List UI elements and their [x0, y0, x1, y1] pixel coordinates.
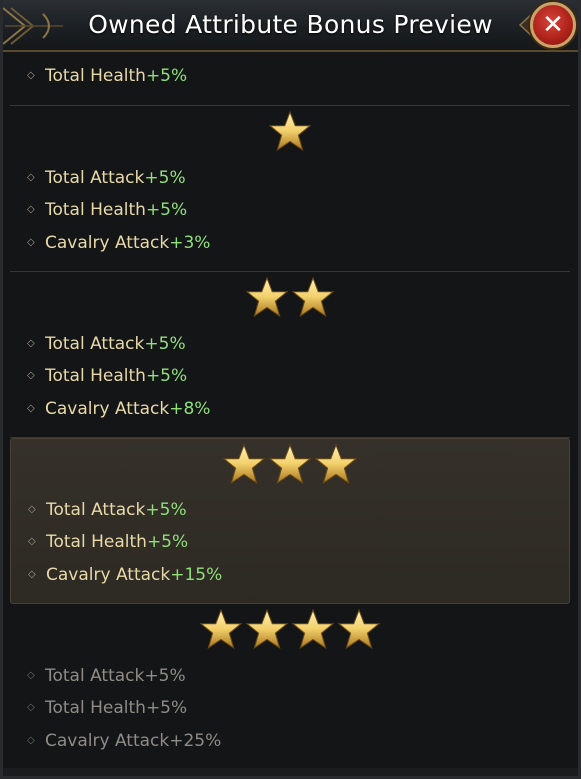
bonus-tier-3-star-current: ◇ Total Attack +5% ◇ Total Health +5% ◇ …	[10, 438, 570, 604]
attribute-bonus: +5%	[144, 666, 186, 686]
list-item: ◇ Cavalry Attack +8%	[27, 397, 210, 421]
bonus-tier-partial: ◇ Total Health +5%	[10, 54, 570, 106]
diamond-bullet-icon: ◇	[28, 536, 36, 547]
list-item: ◇ Total Attack +5%	[27, 664, 186, 688]
list-item: ◇ Total Attack +5%	[27, 166, 186, 190]
attribute-name: Total Attack	[45, 168, 145, 188]
attribute-bonus: +5%	[144, 168, 186, 188]
attribute-name: Total Attack	[45, 666, 145, 686]
diamond-bullet-icon: ◇	[27, 370, 35, 381]
diamond-bullet-icon: ◇	[27, 702, 35, 713]
window-title: Owned Attribute Bonus Preview	[88, 10, 493, 39]
tier-stars	[10, 110, 570, 152]
bonus-tier-2-star: ◇ Total Attack +5% ◇ Total Health +5% ◇ …	[10, 272, 570, 438]
bonus-preview-window: Owned Attribute Bonus Preview ✕ ◇ Total …	[0, 0, 581, 779]
list-item: ◇ Total Attack +5%	[27, 332, 186, 356]
attribute-name: Cavalry Attack	[45, 233, 170, 253]
window-header: Owned Attribute Bonus Preview ✕	[3, 0, 578, 52]
list-item: ◇ Cavalry Attack +25%	[27, 729, 221, 753]
list-item: ◇ Total Health +5%	[27, 64, 187, 88]
attribute-bonus: +5%	[145, 366, 188, 386]
attribute-bonus: +15%	[170, 565, 223, 585]
list-item: ◇ Cavalry Attack +3%	[27, 231, 210, 255]
diamond-bullet-icon: ◇	[27, 735, 35, 746]
star-icon	[315, 443, 357, 485]
attribute-name: Total Health	[45, 366, 146, 386]
diamond-bullet-icon: ◇	[28, 569, 36, 580]
list-item: ◇ Total Attack +5%	[28, 498, 187, 522]
list-item: ◇ Total Health +5%	[28, 530, 188, 554]
attribute-name: Total Health	[45, 200, 146, 220]
diamond-bullet-icon: ◇	[28, 504, 36, 515]
bonus-tier-1-star: ◇ Total Attack +5% ◇ Total Health +5% ◇ …	[10, 106, 570, 272]
attribute-name: Cavalry Attack	[45, 731, 170, 751]
attribute-bonus: +5%	[146, 532, 189, 552]
attribute-name: Total Attack	[45, 334, 145, 354]
star-icon	[338, 608, 380, 650]
attribute-bonus: +3%	[169, 233, 211, 253]
attribute-bonus: +5%	[145, 200, 188, 220]
list-item: ◇ Total Health +5%	[27, 198, 187, 222]
attribute-bonus: +5%	[145, 500, 187, 520]
close-icon: ✕	[542, 10, 564, 40]
diamond-bullet-icon: ◇	[27, 204, 35, 215]
diamond-bullet-icon: ◇	[27, 670, 35, 681]
bonus-tier-4-star-locked: ◇ Total Attack +5% ◇ Total Health +5% ◇ …	[10, 604, 570, 769]
diamond-bullet-icon: ◇	[27, 403, 35, 414]
tier-stars	[11, 443, 569, 485]
attribute-name: Total Health	[46, 532, 147, 552]
tier-stars	[10, 276, 570, 318]
diamond-bullet-icon: ◇	[27, 237, 35, 248]
diamond-bullet-icon: ◇	[27, 70, 35, 81]
star-icon	[292, 276, 334, 318]
star-icon	[223, 443, 265, 485]
attribute-name: Total Attack	[46, 500, 146, 520]
attribute-bonus: +5%	[145, 66, 188, 86]
list-item: ◇ Total Health +5%	[27, 364, 187, 388]
star-icon	[292, 608, 334, 650]
attribute-bonus: +5%	[145, 698, 188, 718]
attribute-name: Cavalry Attack	[45, 399, 170, 419]
window-bottom-border	[3, 768, 578, 776]
bonus-list[interactable]: ◇ Total Health +5% ◇ Total Attack +5% ◇ …	[10, 54, 572, 769]
attribute-bonus: +5%	[144, 334, 186, 354]
list-item: ◇ Cavalry Attack +15%	[28, 563, 222, 587]
star-icon	[269, 443, 311, 485]
list-item: ◇ Total Health +5%	[27, 696, 187, 720]
diamond-bullet-icon: ◇	[27, 338, 35, 349]
star-icon	[246, 276, 288, 318]
attribute-name: Cavalry Attack	[46, 565, 171, 585]
attribute-bonus: +25%	[169, 731, 222, 751]
attribute-bonus: +8%	[169, 399, 211, 419]
diamond-bullet-icon: ◇	[27, 172, 35, 183]
star-icon	[200, 608, 242, 650]
star-icon	[246, 608, 288, 650]
star-icon	[269, 110, 311, 152]
tier-stars	[10, 608, 570, 650]
attribute-name: Total Health	[45, 698, 146, 718]
attribute-name: Total Health	[45, 66, 146, 86]
close-button[interactable]: ✕	[530, 2, 576, 48]
